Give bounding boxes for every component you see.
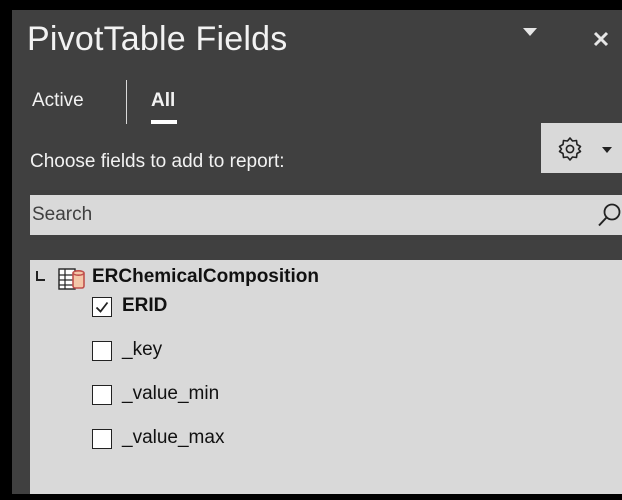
chevron-down-icon (602, 147, 612, 153)
collapse-icon[interactable] (36, 271, 45, 281)
field-label: _value_max (122, 427, 225, 448)
erid-checkbox[interactable] (92, 297, 112, 317)
table-icon (58, 266, 88, 297)
search-input[interactable] (30, 195, 592, 235)
field-label: ERID (122, 295, 168, 316)
tab-all-selected-indicator (151, 120, 177, 124)
key-checkbox[interactable] (92, 341, 112, 361)
field-label: _key (122, 339, 163, 360)
table-name[interactable]: ERChemicalComposition (92, 266, 319, 288)
field-label: _value_min (122, 383, 220, 404)
pivottable-fields-pane: PivotTable Fields Active All Choose fiel… (12, 10, 622, 494)
search-icon[interactable] (597, 202, 622, 233)
pane-title: PivotTable Fields (27, 20, 288, 58)
search-box (30, 195, 622, 235)
value-min-checkbox[interactable] (92, 385, 112, 405)
tab-all[interactable]: All (151, 90, 175, 112)
pane-options-dropdown-icon[interactable] (523, 28, 537, 36)
field-list: ERChemicalComposition ERID _key _value_m… (30, 260, 622, 494)
tab-active[interactable]: Active (32, 90, 84, 112)
close-icon[interactable] (590, 28, 612, 50)
window-frame: PivotTable Fields Active All Choose fiel… (0, 0, 622, 500)
gear-icon (557, 136, 583, 167)
tools-button[interactable] (541, 123, 622, 173)
value-max-checkbox[interactable] (92, 429, 112, 449)
tab-separator (126, 80, 127, 124)
choose-fields-label: Choose fields to add to report: (30, 151, 285, 172)
